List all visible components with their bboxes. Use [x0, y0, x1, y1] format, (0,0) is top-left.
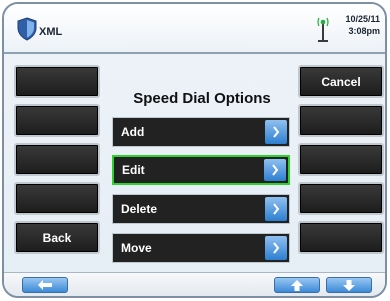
scroll-down-button[interactable] — [326, 277, 372, 293]
right-softkey-5[interactable] — [298, 221, 384, 254]
up-arrow-icon — [291, 279, 303, 291]
shield-icon — [17, 17, 37, 41]
right-softkey-4[interactable] — [298, 182, 384, 215]
right-softkey-3[interactable] — [298, 143, 384, 176]
navigation-bar — [4, 272, 385, 296]
down-arrow-icon — [343, 279, 355, 291]
menu-item-label: Move — [121, 241, 152, 255]
menu-item-edit[interactable]: Edit — [112, 155, 290, 185]
phone-screen: XML 10/25/11 3:08pm Back Cancel Speed Di… — [0, 0, 390, 301]
menu-item-label: Delete — [121, 202, 158, 216]
chevron-right-icon — [264, 159, 286, 181]
menu-title: Speed Dial Options — [133, 90, 271, 107]
status-header: XML 10/25/11 3:08pm — [4, 4, 385, 54]
chevron-right-icon — [265, 120, 287, 144]
chevron-right-icon — [265, 236, 287, 260]
chevron-right-icon — [265, 197, 287, 221]
antenna-icon — [317, 17, 329, 42]
back-arrow-icon — [38, 280, 52, 290]
menu-item-label: Add — [121, 125, 145, 139]
scroll-up-button[interactable] — [274, 277, 320, 293]
menu-item-delete[interactable]: Delete — [112, 194, 290, 224]
left-softkey-4[interactable] — [14, 182, 100, 215]
date-text: 10/25/11 — [345, 14, 380, 24]
menu-item-move[interactable]: Move — [112, 233, 290, 263]
time-text: 3:08pm — [348, 26, 380, 36]
right-softkey-2[interactable] — [298, 104, 384, 137]
left-softkey-1[interactable] — [14, 65, 100, 98]
left-softkey-2[interactable] — [14, 104, 100, 137]
menu-item-add[interactable]: Add — [112, 117, 290, 147]
display-frame: XML 10/25/11 3:08pm Back Cancel Speed Di… — [2, 2, 387, 298]
app-title: XML — [39, 26, 63, 38]
back-arrow-button[interactable] — [22, 277, 68, 293]
clock: 10/25/11 3:08pm — [334, 13, 380, 37]
left-softkey-3[interactable] — [14, 143, 100, 176]
menu-item-label: Edit — [122, 163, 145, 177]
back-button[interactable]: Back — [14, 221, 100, 254]
cancel-button[interactable]: Cancel — [298, 65, 384, 98]
